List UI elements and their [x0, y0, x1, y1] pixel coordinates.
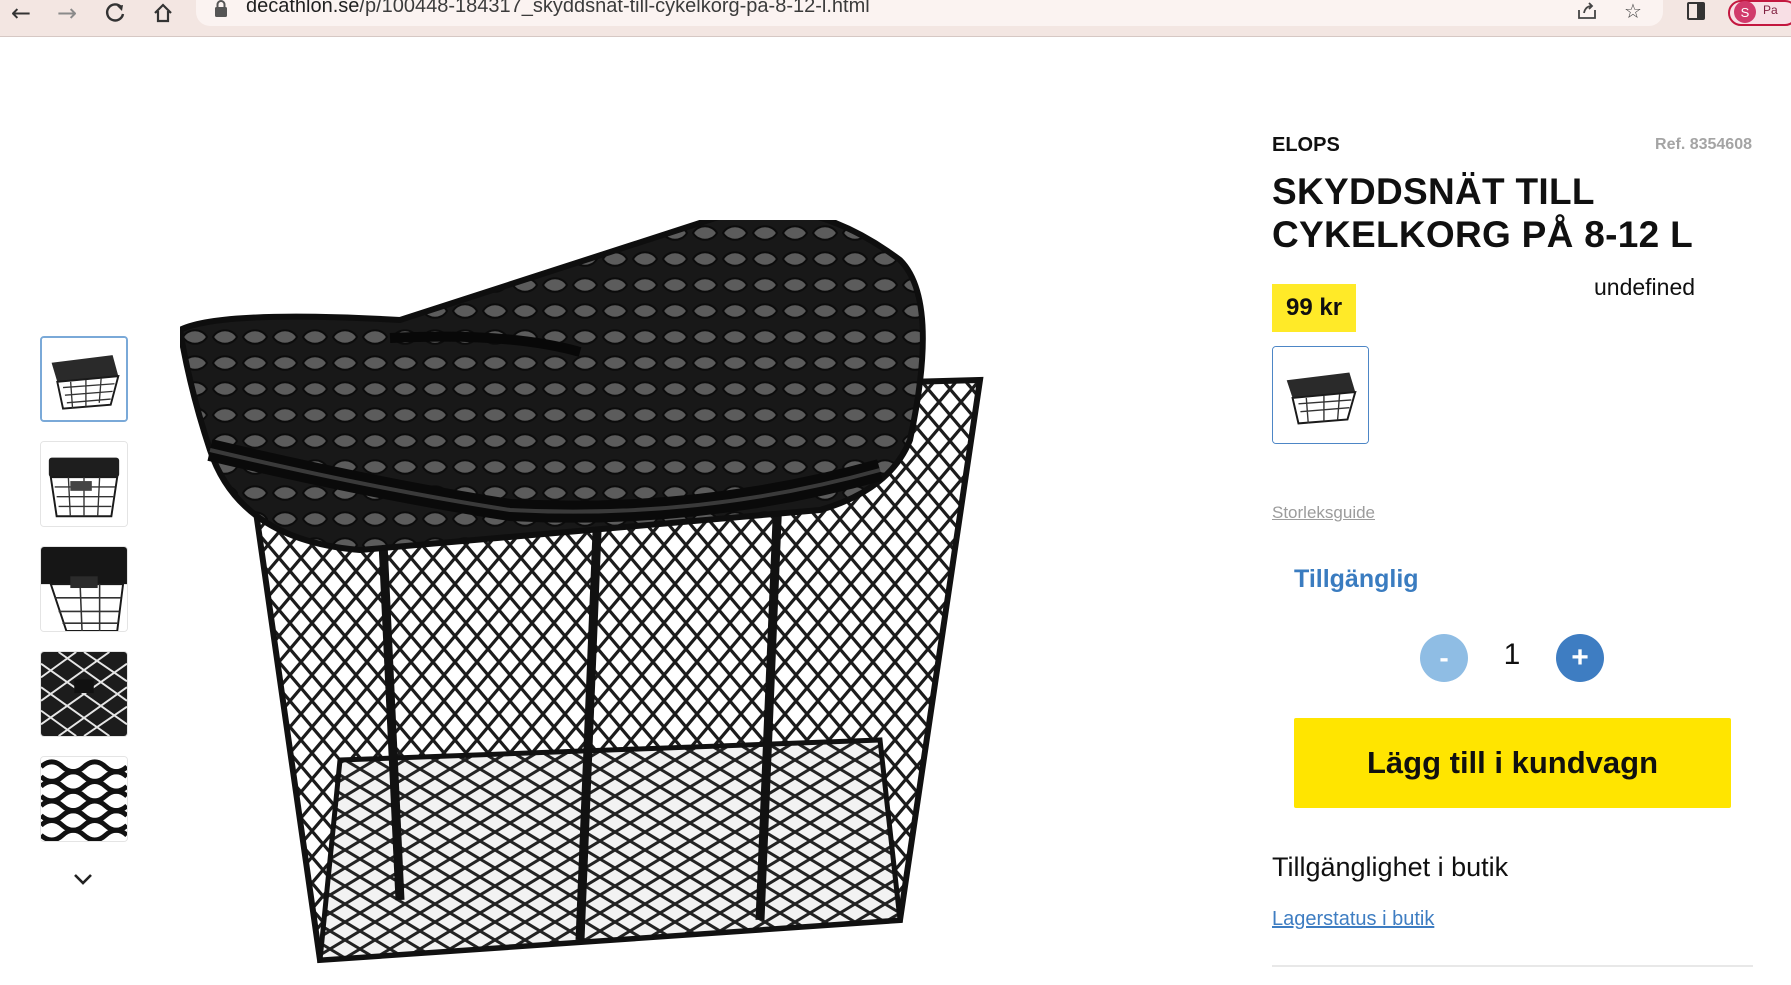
divider	[1272, 965, 1753, 967]
thumbnail-1[interactable]	[40, 336, 128, 422]
thumbnail-2[interactable]	[40, 441, 128, 527]
product-main-image[interactable]	[176, 205, 1060, 980]
variant-selector[interactable]	[1272, 346, 1369, 444]
thumbnail-5[interactable]	[40, 756, 128, 842]
share-icon[interactable]	[1574, 0, 1600, 22]
quantity-increase-button[interactable]: +	[1556, 634, 1604, 682]
url-text[interactable]: decathlon.se/p/100448-184317_skyddsnat-t…	[246, 0, 870, 18]
quantity-value[interactable]: 1	[1496, 638, 1528, 672]
product-brand[interactable]: ELOPS	[1272, 134, 1340, 157]
profile-button[interactable]: S Pa	[1728, 0, 1791, 26]
availability-status: Tillgänglig	[1294, 565, 1419, 593]
store-stock-link[interactable]: Lagerstatus i butik	[1272, 908, 1434, 931]
side-panel-icon[interactable]	[1687, 2, 1705, 20]
cropped-breadcrumb-strip	[0, 36, 330, 40]
browser-toolbar: ← → decathlon.se/p/100448-184317_skyddsn…	[0, 0, 1791, 37]
back-arrow-icon[interactable]: ←	[6, 0, 36, 26]
url-path: /p/100448-184317_skyddsnat-till-cykelkor…	[359, 0, 870, 17]
forward-arrow-icon[interactable]: →	[52, 0, 82, 26]
chevron-down-icon[interactable]	[70, 866, 96, 892]
star-icon[interactable]: ☆	[1620, 0, 1646, 23]
product-title: SKYDDSNÄT TILL CYKELKORG PÅ 8-12 L	[1272, 171, 1693, 255]
product-price: 99 kr	[1272, 284, 1357, 332]
address-bar[interactable]: decathlon.se/p/100448-184317_skyddsnat-t…	[196, 0, 1663, 26]
profile-label: Pa	[1763, 3, 1778, 17]
home-icon[interactable]	[148, 0, 178, 26]
url-host: decathlon.se	[246, 0, 360, 17]
thumbnail-4[interactable]	[40, 651, 128, 737]
size-guide-link[interactable]: Storleksguide	[1272, 503, 1375, 523]
lock-icon[interactable]	[214, 0, 228, 22]
avatar: S	[1734, 1, 1756, 23]
thumbnail-3[interactable]	[40, 546, 128, 632]
reload-icon[interactable]	[100, 0, 130, 26]
undefined-text: undefined	[1594, 274, 1696, 300]
quantity-decrease-button[interactable]: -	[1420, 634, 1468, 682]
add-to-cart-button[interactable]: Lägg till i kundvagn	[1294, 718, 1731, 808]
store-availability-heading: Tillgänglighet i butik	[1272, 852, 1509, 882]
product-ref: Ref. 8354608	[1655, 136, 1752, 153]
